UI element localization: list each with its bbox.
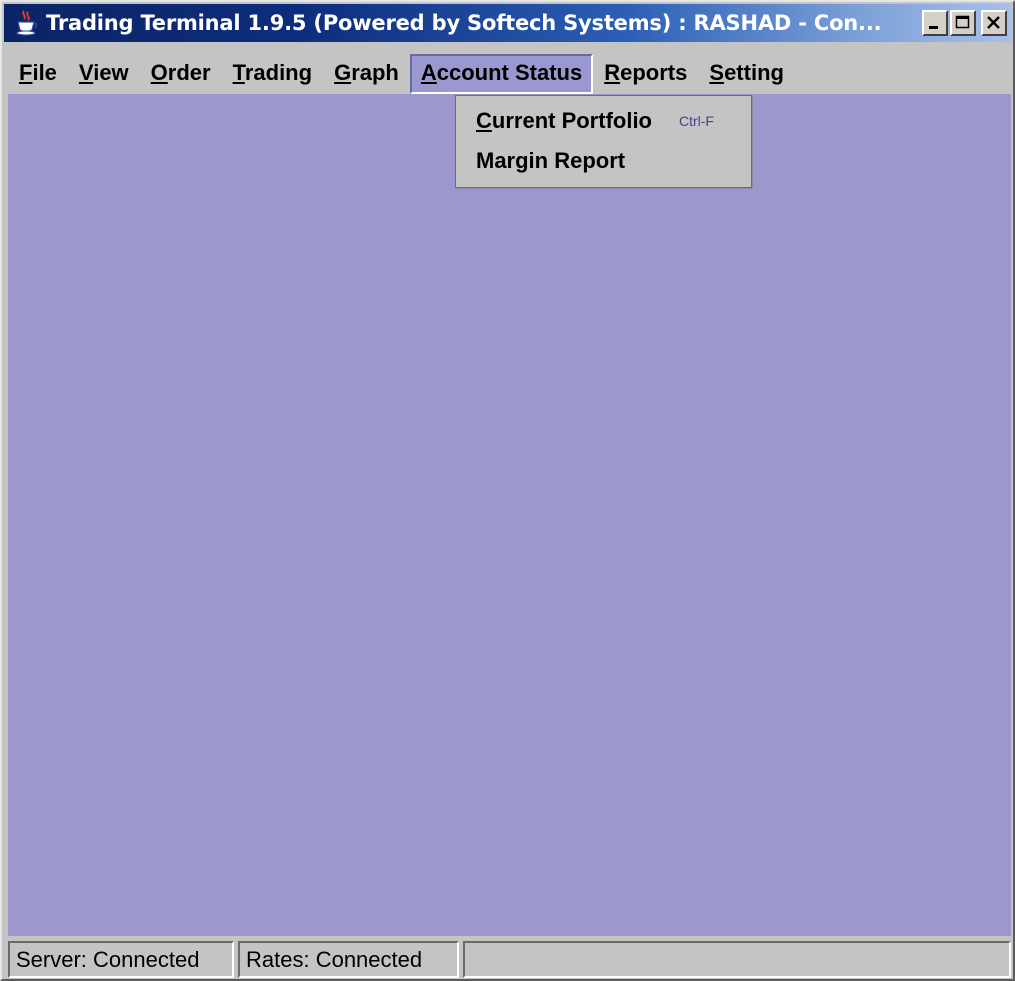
account-status-dropdown: Current Portfolio Ctrl-F Margin Report: [455, 95, 752, 188]
minimize-icon: [929, 26, 938, 29]
desktop-area[interactable]: [8, 94, 1011, 936]
menu-file[interactable]: File: [8, 54, 68, 94]
window-title: Trading Terminal 1.9.5 (Powered by Softe…: [46, 11, 882, 35]
menu-file-mnemonic: F: [19, 60, 33, 85]
maximize-icon: [955, 15, 970, 29]
menu-order[interactable]: Order: [140, 54, 222, 94]
menu-item-current-portfolio[interactable]: Current Portfolio Ctrl-F: [456, 102, 751, 142]
menu-reports[interactable]: Reports: [593, 54, 698, 94]
margin-report-label: Margin Report: [476, 148, 626, 173]
menu-view[interactable]: View: [68, 54, 140, 94]
menu-order-mnemonic: O: [150, 60, 168, 85]
close-button[interactable]: [981, 10, 1007, 36]
menu-reports-label: eports: [620, 60, 688, 85]
menu-trading-mnemonic: T: [232, 60, 245, 85]
menu-order-label: rder: [167, 60, 211, 85]
menu-view-label: iew: [93, 60, 129, 85]
menu-graph-mnemonic: G: [334, 60, 352, 85]
menu-file-label: ile: [32, 60, 57, 85]
menu-graph-label: raph: [351, 60, 399, 85]
menu-graph[interactable]: Graph: [323, 54, 410, 94]
close-icon: [987, 16, 1000, 29]
menu-bar: File View Order Trading Graph Account St…: [4, 54, 1011, 94]
server-status: Server: Connected: [8, 941, 234, 978]
menu-setting-mnemonic: S: [709, 60, 725, 85]
menu-account-status[interactable]: Account Status: [409, 54, 594, 94]
menu-reports-mnemonic: R: [604, 60, 621, 85]
window-controls: [922, 10, 1007, 36]
menu-setting[interactable]: Setting: [698, 54, 795, 94]
status-extra: [463, 941, 1011, 978]
current-portfolio-shortcut: Ctrl-F: [679, 113, 714, 129]
menu-item-margin-report[interactable]: Margin Report: [456, 142, 751, 182]
java-coffee-cup-icon[interactable]: [14, 9, 40, 37]
menu-trading-label: rading: [244, 60, 313, 85]
menu-view-mnemonic: V: [78, 60, 94, 85]
current-portfolio-label: urrent Portfolio: [491, 108, 652, 133]
minimize-button[interactable]: [922, 10, 948, 36]
maximize-button[interactable]: [950, 10, 976, 36]
menu-setting-label: etting: [724, 60, 784, 85]
title-bar[interactable]: Trading Terminal 1.9.5 (Powered by Softe…: [4, 4, 1011, 42]
app-window: Trading Terminal 1.9.5 (Powered by Softe…: [0, 0, 1015, 981]
current-portfolio-mnemonic: C: [476, 108, 492, 133]
rates-status: Rates: Connected: [238, 941, 459, 978]
menu-account-status-mnemonic: A: [420, 60, 437, 85]
menu-account-status-label: ccount Status: [436, 60, 583, 85]
menu-trading[interactable]: Trading: [222, 54, 323, 94]
status-bar: Server: Connected Rates: Connected: [8, 938, 1011, 978]
